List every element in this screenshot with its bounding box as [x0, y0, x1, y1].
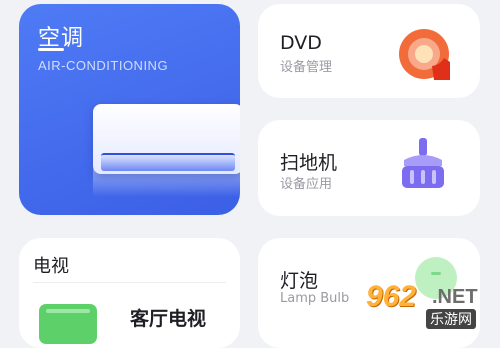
divider	[33, 282, 226, 283]
watermark-site-name: 乐游网	[426, 309, 476, 329]
device-subtitle: 设备应用	[280, 177, 333, 192]
air-conditioner-vent	[101, 153, 235, 171]
site-watermark: 962 .NET 乐游网	[362, 280, 494, 329]
tv-room-name: 客厅电视	[130, 308, 207, 330]
tv-section-heading: 电视	[33, 256, 69, 277]
device-name: DVD	[280, 32, 322, 54]
tv-icon	[39, 304, 97, 344]
air-conditioning-card[interactable]: 空调 AIR-CONDITIONING	[19, 4, 240, 215]
watermark-net: .NET	[432, 286, 478, 308]
device-card-dvd[interactable]: DVD 设备管理	[258, 4, 480, 98]
device-card-sweeper[interactable]: 扫地机 设备应用	[258, 120, 480, 216]
tv-section-card[interactable]: 电视 客厅电视	[19, 238, 240, 348]
device-subtitle: 设备管理	[280, 60, 333, 75]
watermark-number: 962	[366, 280, 417, 313]
device-name: 扫地机	[280, 152, 338, 174]
sweeper-brush-icon	[402, 138, 444, 188]
ac-title-underline	[38, 48, 64, 51]
device-name: 灯泡	[280, 270, 319, 292]
disc-icon	[399, 29, 450, 80]
ac-subtitle: AIR-CONDITIONING	[38, 58, 169, 73]
device-subtitle: Lamp Bulb	[280, 291, 350, 306]
